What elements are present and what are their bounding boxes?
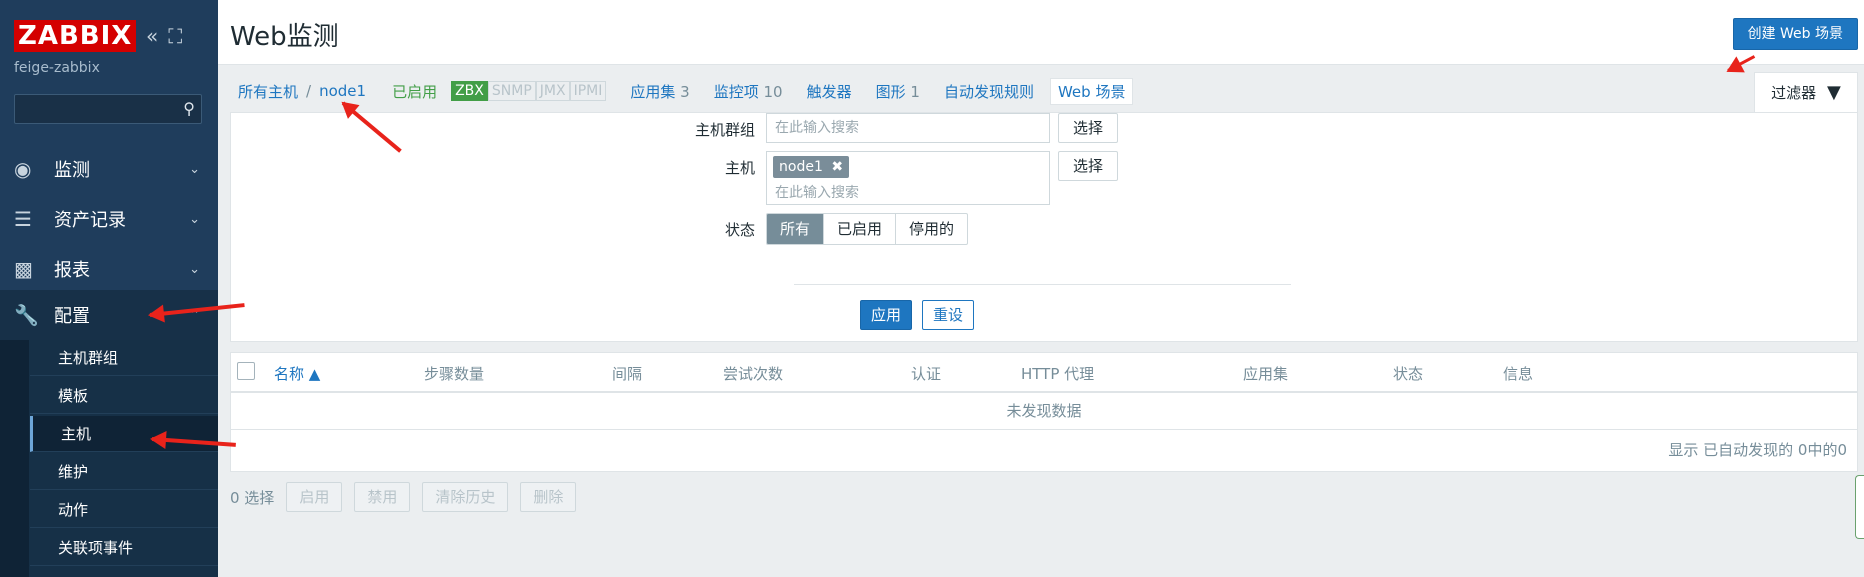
host-select-button[interactable]: 选择 (1058, 151, 1118, 181)
funnel-icon: ▼ (1826, 82, 1841, 103)
apply-button[interactable]: 应用 (860, 300, 912, 330)
enable-button[interactable]: 启用 (286, 482, 343, 512)
sidebar: ZABBIX « ⛶ feige-zabbix ⚲ ◉ 监测 ⌄ ☰ 资产记录 … (0, 0, 218, 577)
tag-jmx: JMX (535, 81, 570, 101)
menu-label: 报表 (54, 260, 90, 281)
submenu-host-groups[interactable]: 主机群组 (30, 340, 218, 376)
table-header: 名称 ▲ 步骤数量 间隔 尝试次数 认证 HTTP 代理 应用集 状态 信息 (231, 353, 1857, 393)
submenu-hosts[interactable]: 主机 (30, 416, 218, 452)
menu-inventory[interactable]: ☰ 资产记录 ⌄ (0, 194, 218, 244)
column-status: 状态 (1393, 365, 1424, 383)
status-option-disabled[interactable]: 停用的 (896, 214, 967, 244)
menu-label: 监测 (54, 160, 90, 181)
host-group-select-button[interactable]: 选择 (1058, 113, 1118, 143)
filter-panel: 主机群组 在此输入搜索 选择 主机 node1 ✖ 在此输入搜索 选择 状态 所… (230, 112, 1858, 342)
filter-divider (794, 284, 1291, 285)
main-content: Web监测 创建 Web 场景 所有主机 / node1 已启用 ZBX SNM… (218, 0, 1864, 577)
column-steps: 步骤数量 (424, 365, 485, 383)
sidebar-search-input[interactable]: ⚲ (14, 94, 202, 124)
submenu-actions[interactable]: 动作 (30, 492, 218, 528)
zabbix-logo[interactable]: ZABBIX (14, 20, 137, 52)
empty-table-row: 未发现数据 (231, 393, 1857, 430)
host-label: 主机 (724, 159, 755, 177)
chevron-down-icon: ⌄ (189, 211, 200, 227)
availability-tags: ZBX SNMP JMX IPMI (451, 81, 607, 101)
chevron-down-icon: ⌄ (189, 161, 200, 177)
page-title: Web监测 (230, 22, 339, 52)
column-attempts: 尝试次数 (723, 365, 784, 383)
tag-zbx: ZBX (451, 81, 488, 101)
tag-snmp: SNMP (487, 81, 536, 101)
wrench-icon: 🔧 (14, 303, 39, 327)
search-icon[interactable]: ⚲ (183, 99, 195, 118)
menu-reports[interactable]: ▩ 报表 ⌄ (0, 244, 218, 294)
filter-tab[interactable]: 过滤器 ▼ (1754, 72, 1858, 115)
remove-icon[interactable]: ✖ (831, 159, 843, 175)
filter-tab-label: 过滤器 (1771, 84, 1817, 102)
breadcrumb-all-hosts[interactable]: 所有主机 (238, 81, 298, 102)
host-chip: node1 ✖ (773, 156, 850, 178)
submenu-rail (0, 340, 29, 577)
column-interval: 间隔 (612, 365, 643, 383)
column-authentication: 认证 (911, 365, 942, 383)
tab-graphs[interactable]: 图形 1 (876, 81, 920, 102)
column-name[interactable]: 名称 ▲ (274, 363, 320, 384)
selected-count: 0 选择 (230, 488, 275, 507)
host-navigation: 所有主机 / node1 已启用 ZBX SNMP JMX IPMI 应用集 3… (218, 70, 1864, 112)
bar-chart-icon: ▩ (14, 257, 33, 281)
tab-applications[interactable]: 应用集 3 (630, 81, 689, 102)
eye-icon: ◉ (14, 157, 32, 181)
mass-actions: 0 选择 启用 禁用 清除历史 删除 (230, 482, 577, 512)
menu-monitoring[interactable]: ◉ 监测 ⌄ (0, 144, 218, 194)
menu-label: 资产记录 (54, 210, 126, 231)
create-web-scenario-button[interactable]: 创建 Web 场景 (1732, 18, 1858, 50)
status-option-all[interactable]: 所有 (767, 214, 825, 244)
server-name: feige-zabbix (14, 60, 100, 76)
configuration-submenu: 主机群组 模板 主机 维护 动作 关联项事件 (0, 340, 218, 577)
kiosk-mode-icon[interactable]: ⛶ (168, 24, 182, 48)
sidebar-controls: « ⛶ (146, 24, 182, 48)
column-application: 应用集 (1243, 365, 1289, 383)
breadcrumb-separator: / (306, 82, 312, 100)
menu-label: 配置 (54, 306, 90, 327)
submenu-templates[interactable]: 模板 (30, 378, 218, 414)
tag-ipmi: IPMI (569, 81, 607, 101)
host-search-placeholder: 在此输入搜索 (775, 185, 859, 201)
select-all-checkbox[interactable] (237, 362, 255, 380)
menu-configuration[interactable]: 🔧 配置 ⌃ (0, 290, 218, 340)
tab-triggers[interactable]: 触发器 (807, 81, 852, 102)
column-http-proxy: HTTP 代理 (1021, 365, 1095, 383)
chevron-down-icon: ⌄ (189, 261, 200, 277)
delete-button[interactable]: 删除 (520, 482, 577, 512)
tab-items[interactable]: 监控项 10 (714, 81, 783, 102)
breadcrumb-host[interactable]: node1 (319, 82, 366, 100)
disable-button[interactable]: 禁用 (354, 482, 411, 512)
host-status-enabled[interactable]: 已启用 (392, 81, 437, 102)
host-group-input[interactable]: 在此输入搜索 (766, 113, 1050, 143)
status-label: 状态 (724, 221, 755, 239)
submenu-maintenance[interactable]: 维护 (30, 454, 218, 490)
host-group-label: 主机群组 (694, 121, 755, 139)
page-header: Web监测 创建 Web 场景 (218, 0, 1864, 65)
clear-history-button[interactable]: 清除历史 (422, 482, 509, 512)
status-segmented-control: 所有 已启用 停用的 (766, 213, 969, 245)
list-icon: ☰ (14, 207, 32, 231)
table-summary: 显示 已自动发现的 0中的0 (1668, 441, 1847, 459)
reset-button[interactable]: 重设 (922, 300, 974, 330)
side-scroll-handle[interactable] (1855, 475, 1864, 539)
collapse-sidebar-icon[interactable]: « (146, 24, 158, 48)
column-info: 信息 (1503, 365, 1534, 383)
tab-web-scenarios[interactable]: Web 场景 (1049, 77, 1134, 105)
tab-discovery-rules[interactable]: 自动发现规则 (944, 81, 1034, 102)
status-option-enabled[interactable]: 已启用 (824, 214, 897, 244)
web-scenarios-table: 名称 ▲ 步骤数量 间隔 尝试次数 认证 HTTP 代理 应用集 状态 信息 未… (230, 352, 1858, 472)
submenu-event-correlation[interactable]: 关联项事件 (30, 530, 218, 566)
host-multiselect[interactable]: node1 ✖ 在此输入搜索 (766, 151, 1050, 205)
